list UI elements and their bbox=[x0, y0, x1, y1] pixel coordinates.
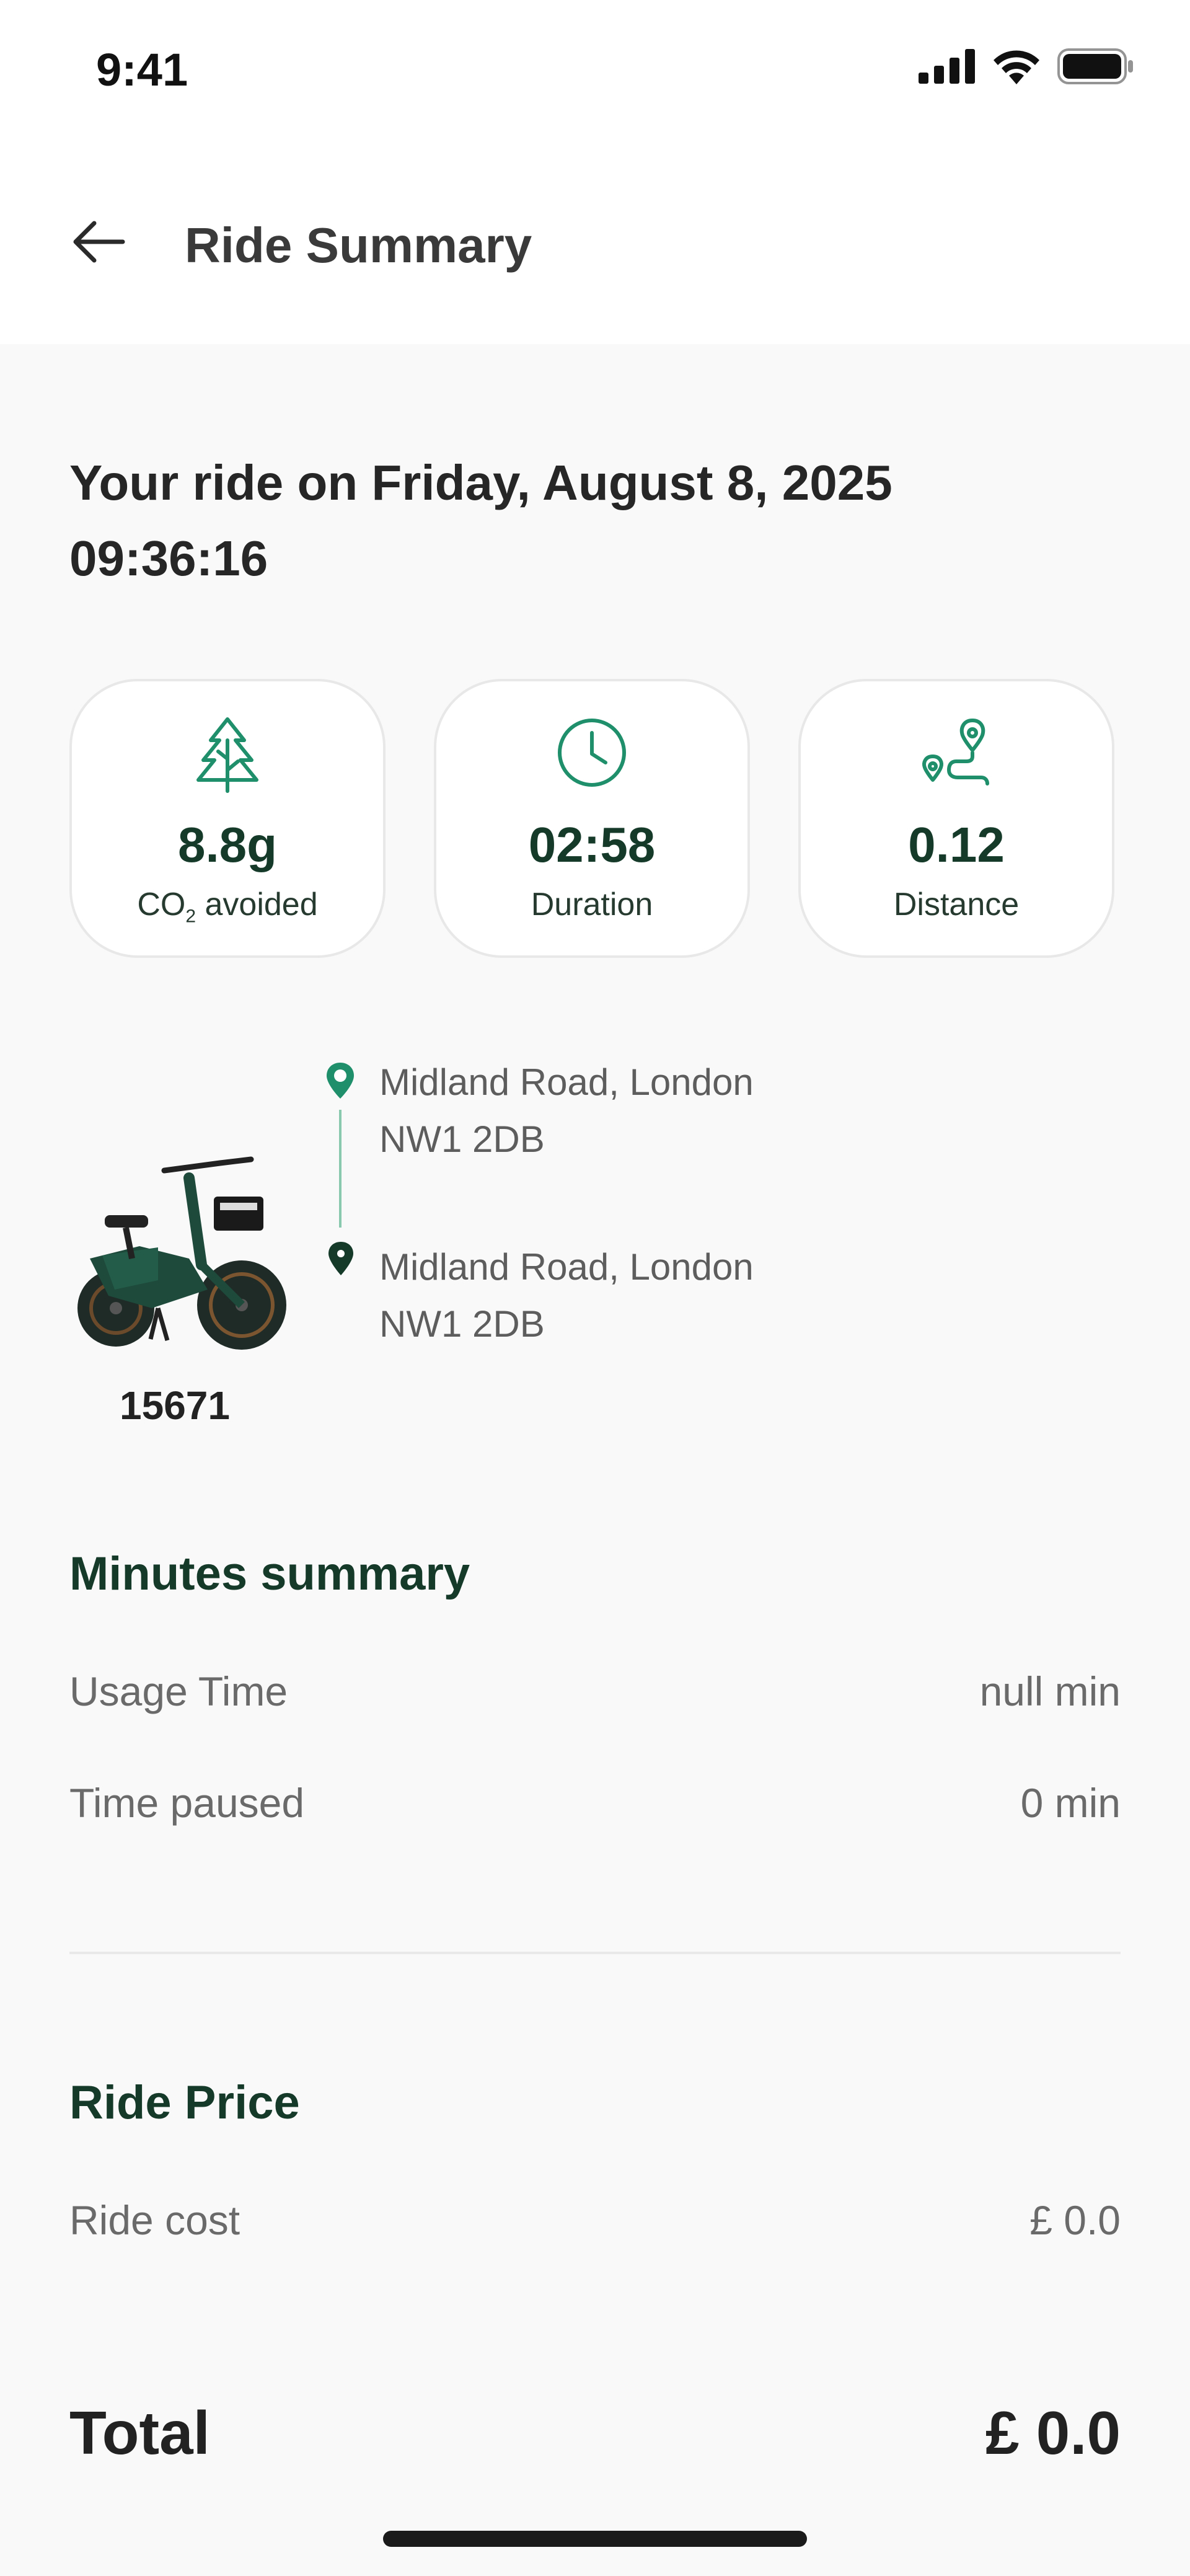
total-row: Total £ 0.0 bbox=[69, 2398, 1121, 2468]
minutes-summary-title: Minutes summary bbox=[69, 1547, 470, 1600]
stat-card-duration: 02:58 Duration bbox=[434, 679, 750, 958]
ride-cost-label: Ride cost bbox=[69, 2197, 240, 2243]
arrow-left-icon bbox=[73, 221, 125, 263]
total-value: £ 0.0 bbox=[985, 2399, 1121, 2467]
ride-cost-row: Ride cost £ 0.0 bbox=[69, 2197, 1121, 2244]
end-address-line1: Midland Road, London bbox=[379, 1246, 754, 1288]
bike-id: 15671 bbox=[120, 1383, 230, 1428]
time-paused-value: 0 min bbox=[1020, 1780, 1121, 1826]
end-address-line2: NW1 2DB bbox=[379, 1303, 545, 1345]
distance-value: 0.12 bbox=[908, 817, 1005, 872]
co2-label: CO2 avoided bbox=[137, 887, 318, 927]
duration-label: Duration bbox=[531, 887, 653, 923]
bike-image bbox=[77, 1156, 286, 1350]
usage-time-row: Usage Time null min bbox=[69, 1668, 1121, 1715]
ride-price-title: Ride Price bbox=[69, 2076, 300, 2129]
stat-card-distance: 0.12 Distance bbox=[798, 679, 1114, 958]
stat-card-co2: 8.8g CO2 avoided bbox=[69, 679, 386, 958]
usage-time-label: Usage Time bbox=[69, 1668, 288, 1714]
route-line bbox=[339, 1110, 342, 1228]
usage-time-value: null min bbox=[979, 1668, 1121, 1714]
header: Ride Summary bbox=[0, 143, 1190, 344]
home-indicator[interactable] bbox=[383, 2531, 807, 2547]
start-pin-icon bbox=[327, 1063, 354, 1099]
ride-date: Your ride on Friday, August 8, 2025 bbox=[69, 455, 892, 510]
page-title: Ride Summary bbox=[185, 218, 532, 273]
signal-icon bbox=[919, 49, 975, 84]
divider bbox=[69, 1952, 1121, 1954]
status-icons bbox=[919, 48, 1134, 84]
end-pin-icon bbox=[328, 1242, 353, 1275]
total-label: Total bbox=[69, 2399, 210, 2467]
time-paused-label: Time paused bbox=[69, 1780, 305, 1826]
end-address: Midland Road, London NW1 2DB bbox=[379, 1239, 1061, 1353]
duration-value: 02:58 bbox=[528, 817, 656, 872]
back-button[interactable] bbox=[68, 211, 130, 273]
battery-icon bbox=[1057, 48, 1133, 84]
distance-label: Distance bbox=[893, 887, 1020, 923]
stats-row: 8.8g CO2 avoided 02:58 Duration 0.12 Dis… bbox=[69, 679, 1114, 958]
start-address-line1: Midland Road, London bbox=[379, 1061, 754, 1103]
route-icon bbox=[922, 719, 989, 786]
ride-time: 09:36:16 bbox=[69, 531, 268, 586]
time-paused-row: Time paused 0 min bbox=[69, 1779, 1121, 1826]
tree-icon bbox=[196, 717, 258, 793]
wifi-icon bbox=[994, 50, 1039, 84]
start-address-line2: NW1 2DB bbox=[379, 1118, 545, 1160]
ride-heading: Your ride on Friday, August 8, 2025 09:3… bbox=[69, 445, 1123, 596]
status-time: 9:41 bbox=[96, 44, 188, 95]
clock-icon bbox=[558, 719, 626, 787]
status-bar: 9:41 bbox=[0, 0, 1190, 143]
co2-value: 8.8g bbox=[177, 817, 278, 872]
start-address: Midland Road, London NW1 2DB bbox=[379, 1054, 1061, 1168]
ride-cost-value: £ 0.0 bbox=[1029, 2197, 1121, 2243]
